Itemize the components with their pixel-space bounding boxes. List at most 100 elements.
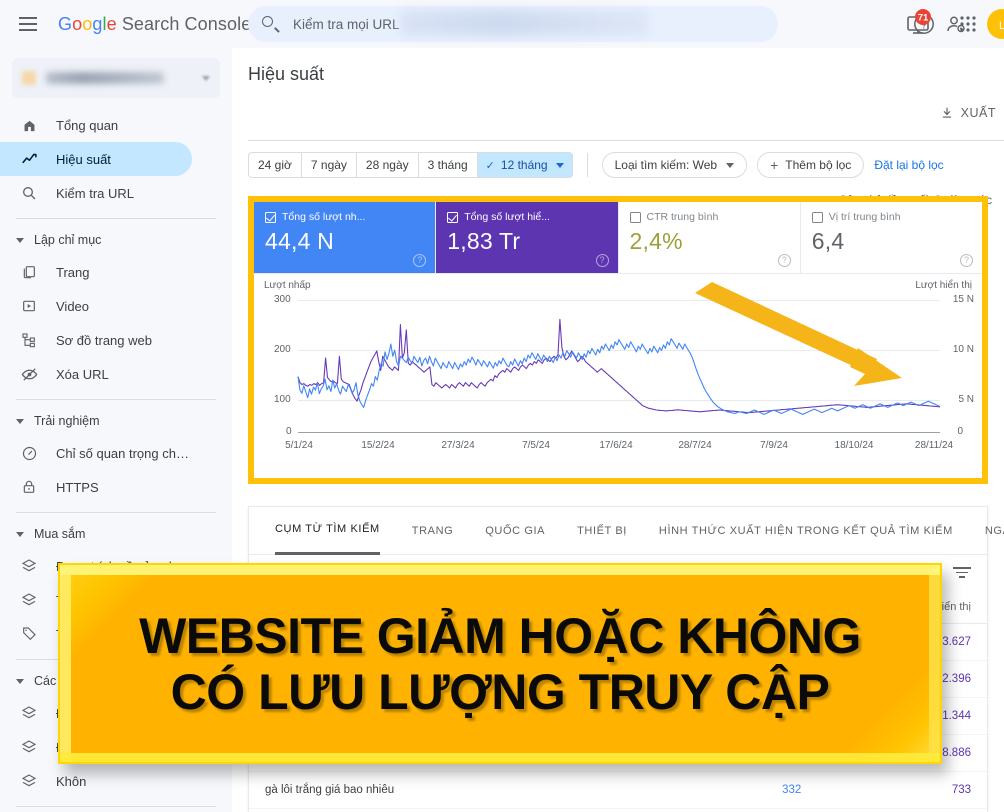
notifications-icon[interactable]: 71 [902,8,934,40]
layers-icon [20,591,38,609]
date-range-7d[interactable]: 7 ngày [300,152,356,178]
sidebar-item-overview[interactable]: Tổng quan [0,108,192,142]
hamburger-icon[interactable] [6,2,50,46]
sidebar-group-shopping[interactable]: Mua sắm [0,519,232,549]
help-icon[interactable]: ? [413,254,427,267]
help-icon[interactable]: ? [777,254,791,267]
x-tick: 28/11/24 [914,440,954,451]
svg-text:L: L [999,20,1004,32]
sidebar-item-label: Video [56,298,90,314]
apps-grid-icon[interactable] [956,12,980,36]
metric-card-total-impressions[interactable]: Tổng số lượt hiể... 1,83 Tr ? [436,202,619,273]
brand-suffix: Search Console [121,13,252,34]
x-tick: 15/2/24 [361,440,395,451]
sidebar-item-core-web-vitals[interactable]: Chỉ số quan trọng chính ... [0,436,192,470]
performance-line-chart: Lượt nhấp Lượt hiển thị 300 200 100 0 15… [254,274,982,478]
property-favicon [22,71,36,85]
sidebar-group-label: Mua sắm [34,527,86,541]
search-placeholder: Kiểm tra mọi URL [293,16,400,32]
checkbox-checked-icon[interactable] [265,211,276,223]
sidebar-primary-group: Tổng quan Hiệu suất Kiểm tra URL [0,108,232,210]
date-range-3m[interactable]: 3 tháng [417,152,477,178]
export-label: XUẤT [960,106,996,120]
search-icon [262,15,280,33]
help-icon[interactable]: ? [595,254,609,267]
x-tick: 27/3/24 [441,440,475,451]
checkbox-checked-icon[interactable] [447,211,459,223]
tab-devices[interactable]: THIẾT BỊ [577,507,627,555]
title-divider [248,140,1004,141]
add-filter-button[interactable]: + Thêm bộ lọc [757,152,865,178]
metric-card-total-clicks[interactable]: Tổng số lượt nh... 44,4 N ? [254,202,437,273]
date-range-12m[interactable]: ✓ 12 tháng [476,152,573,178]
x-tick: 5/1/24 [285,440,313,451]
sidebar-group-experience[interactable]: Trải nghiệm [0,406,232,436]
overlay-banner: WEBSITE GIẢM HOẶC KHÔNG CÓ LƯU LƯỢNG TRU… [58,563,942,764]
sitemap-icon [20,331,38,349]
series-line-clicks [297,338,941,415]
sidebar-item-other[interactable]: Khôn [0,764,192,798]
plus-icon: + [770,157,779,173]
x-tick: 7/5/24 [522,440,550,451]
cell-impressions: 733 [817,771,987,809]
tab-countries[interactable]: QUỐC GIA [485,507,545,555]
table-row[interactable]: gà lôi trắng giá bao nhiêu 332 733 [249,771,987,809]
sidebar-item-video[interactable]: Video [0,289,192,323]
sidebar-item-url-inspection[interactable]: Kiểm tra URL [0,176,192,210]
sidebar-item-label: Chỉ số quan trọng chính ... [56,445,192,461]
date-range-28d[interactable]: 28 ngày [355,152,418,178]
search-icon [20,184,38,202]
metric-label: Tổng số lượt nh... [282,211,366,223]
sidebar-group-indexing[interactable]: Lập chỉ mục [0,225,232,255]
metric-card-average-ctr[interactable]: CTR trung bình 2,4% ? [618,202,801,273]
sidebar-group-label: Trải nghiệm [34,414,100,428]
checkbox-unchecked-icon[interactable] [629,211,641,223]
metric-card-average-position[interactable]: Vị trí trung bình 6,4 ? [800,202,982,273]
lock-icon [20,478,38,496]
chevron-down-icon [16,418,24,424]
tab-dates[interactable]: NGÀY [985,507,1004,555]
filter-list-icon[interactable] [953,567,971,581]
search-value-blurred [400,10,648,36]
layers-icon [20,704,38,722]
tab-search-appearance[interactable]: HÌNH THỨC XUẤT HIỆN TRONG KẾT QUẢ TÌM KI… [659,507,953,555]
sidebar-item-label: Xóa URL [56,366,109,382]
export-button[interactable]: XUẤT [940,106,996,120]
sidebar-group-label: Lập chỉ mục [34,233,102,247]
sidebar-item-label: Trang [56,264,90,280]
series-line-impressions [297,318,941,414]
speedometer-icon [20,444,38,462]
help-icon[interactable]: ? [960,254,973,267]
chevron-down-icon [16,678,24,684]
layers-icon [20,738,38,756]
banner-line-2: CÓ LƯU LƯỢNG TRUY CẬP [170,663,830,720]
layers-icon [20,557,38,575]
trending-up-icon [20,150,38,168]
property-selector[interactable] [12,58,220,98]
sidebar-item-label: Kiểm tra URL [56,185,135,201]
notification-badge-count: 71 [918,13,929,24]
avatar[interactable]: L [986,8,1004,40]
sidebar-item-pages[interactable]: Trang [0,255,192,289]
date-range-24h[interactable]: 24 giờ [248,152,301,178]
sidebar-divider [16,399,216,400]
sidebar-item-https[interactable]: HTTPS [0,470,192,504]
metric-label-row: CTR trung bình [629,211,790,223]
tab-pages[interactable]: TRANG [412,507,454,555]
sidebar-item-performance[interactable]: Hiệu suất [0,142,192,176]
cell-clicks: 332 [647,771,818,809]
sidebar-item-sitemaps[interactable]: Sơ đồ trang web [0,323,192,357]
date-range-12m-label: 12 tháng [500,158,548,172]
sidebar-item-removals[interactable]: Xóa URL [0,357,192,391]
metric-value: 2,4% [629,228,683,254]
tab-queries[interactable]: CỤM TỪ TÌM KIẾM [275,507,380,555]
sidebar-item-label: Tổng quan [56,117,119,133]
chevron-down-icon [202,75,210,81]
sidebar-divider [16,218,216,219]
reset-filters-link[interactable]: Đặt lại bộ lọc [874,158,943,172]
checkbox-unchecked-icon[interactable] [811,211,823,223]
sidebar-item-label: Sơ đồ trang web [56,332,152,348]
search-type-filter[interactable]: Loại tìm kiếm: Web [601,152,748,178]
search-input[interactable]: Kiểm tra mọi URL [248,6,778,42]
sidebar-item-label: HTTPS [56,479,99,495]
